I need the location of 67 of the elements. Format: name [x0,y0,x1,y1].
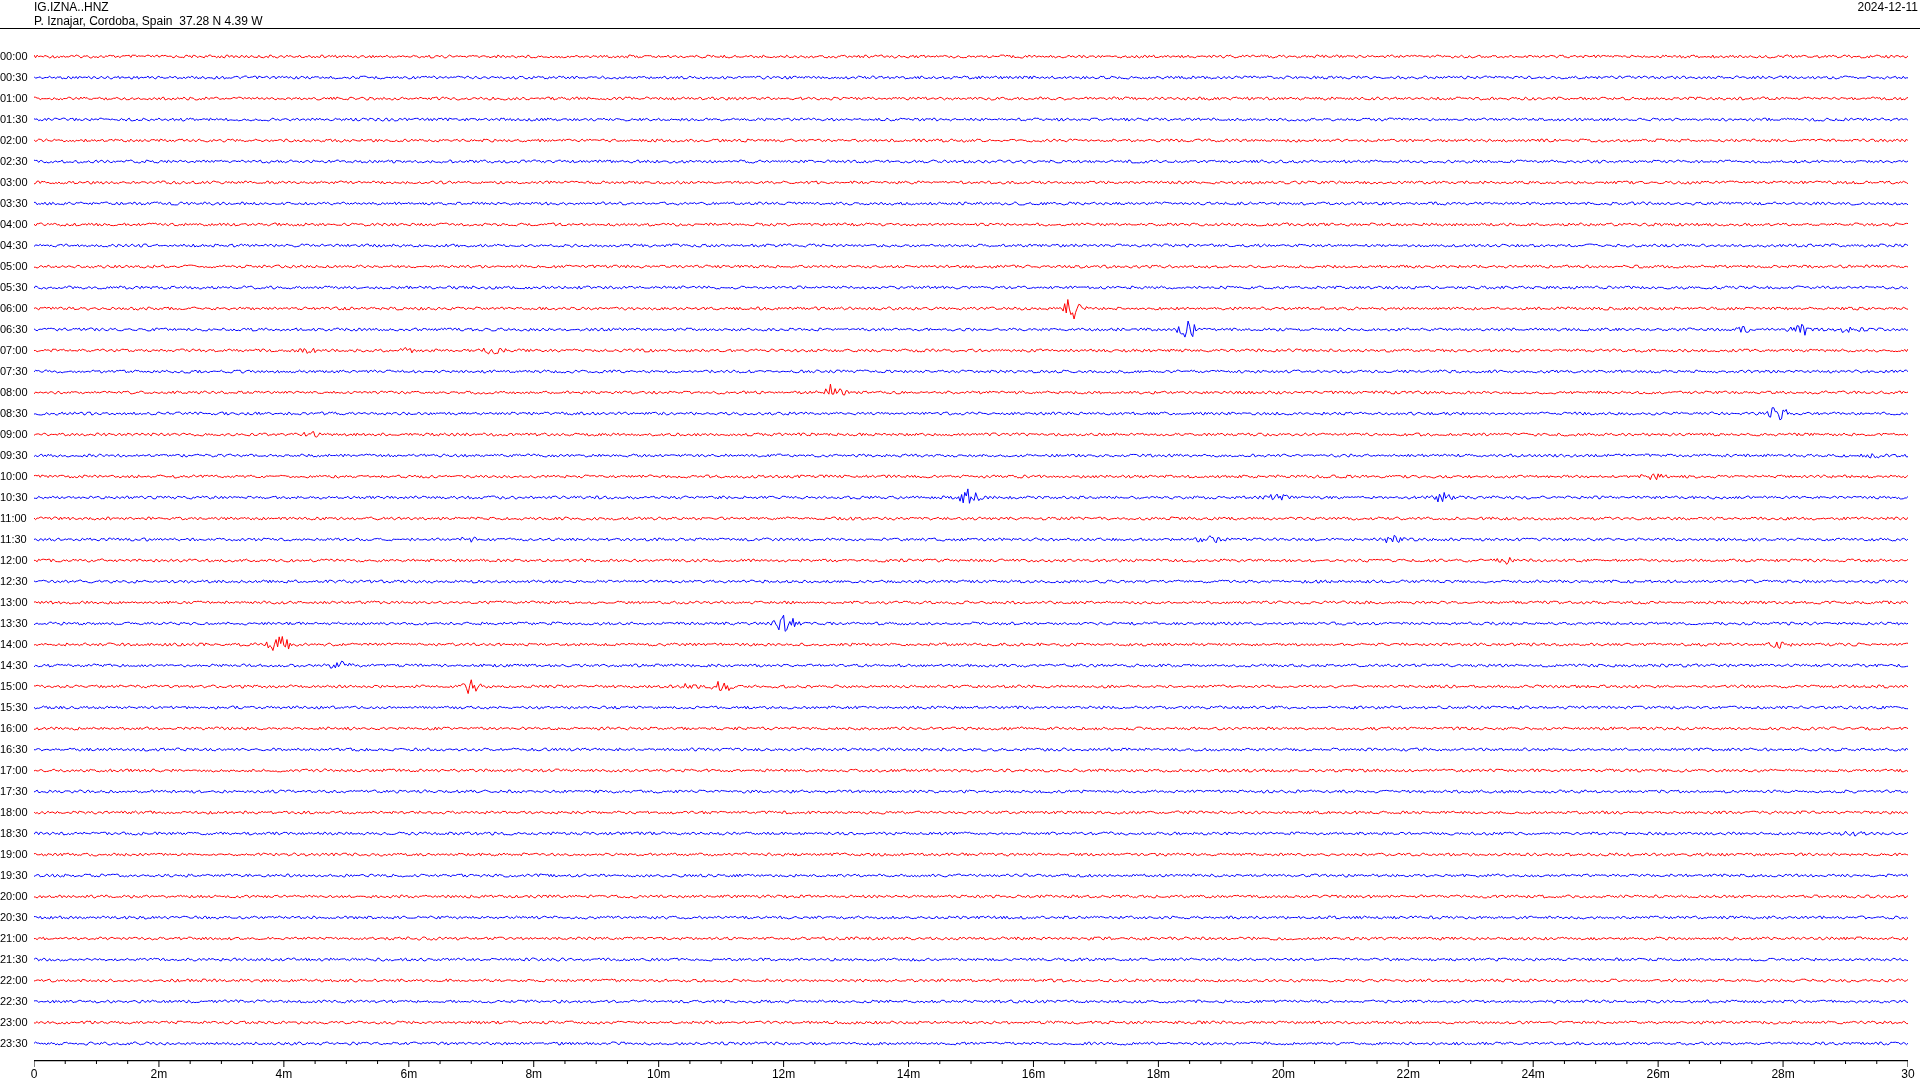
time-label: 13:00 [0,596,29,609]
time-label: 23:00 [0,1016,29,1029]
time-label: 07:30 [0,365,29,378]
time-label: 13:30 [0,617,29,630]
time-label: 01:00 [0,92,29,105]
axis-label: 24m [1521,1067,1545,1080]
time-label: 07:00 [0,344,29,357]
axis-label: 20m [1271,1067,1295,1080]
time-label: 19:00 [0,848,29,861]
station-code: IG.IZNA..HNZ [34,0,110,14]
time-label: 08:00 [0,386,29,399]
time-label: 23:30 [0,1037,29,1050]
axis-label: 6m [400,1067,418,1080]
time-label: 12:00 [0,554,29,567]
time-label: 04:00 [0,218,29,231]
time-label: 08:30 [0,407,29,420]
station-location: P. Iznajar, Cordoba, Spain 37.28 N 4.39 W [34,14,263,28]
axis-label: 10m [647,1067,671,1080]
time-label: 02:00 [0,134,29,147]
time-label: 10:00 [0,470,29,483]
time-label: 09:30 [0,449,29,462]
time-label: 06:30 [0,323,29,336]
time-label: 14:30 [0,659,29,672]
time-label: 17:30 [0,785,29,798]
date-label: 2024-12-11 [1857,0,1918,16]
time-label: 00:00 [0,50,29,63]
time-label: 04:30 [0,239,29,252]
time-label: 01:30 [0,113,29,126]
axis-label: 8m [525,1067,543,1080]
time-label: 22:30 [0,995,29,1008]
time-label: 05:30 [0,281,29,294]
time-label: 20:00 [0,890,29,903]
time-label: 10:30 [0,491,29,504]
time-label: 03:00 [0,176,29,189]
time-label: 11:00 [0,512,28,525]
time-label: 16:00 [0,722,29,735]
time-label: 22:00 [0,974,29,987]
time-label: 21:30 [0,953,29,966]
time-label: 16:30 [0,743,29,756]
time-label: 20:30 [0,911,29,924]
axis-label: 4m [275,1067,293,1080]
time-label: 02:30 [0,155,29,168]
time-label: 18:00 [0,806,29,819]
time-label: 21:00 [0,932,29,945]
axis-label: 18m [1146,1067,1171,1080]
time-label: 03:30 [0,197,29,210]
time-label: 09:00 [0,428,29,441]
axis-label: 16m [1021,1067,1046,1080]
axis-label: 12m [771,1067,796,1080]
time-label: 17:00 [0,764,29,777]
axis-label: 26m [1646,1067,1670,1080]
axis-label: 2m [150,1067,168,1080]
axis-label: 0 [30,1067,38,1080]
time-label: 14:00 [0,638,29,651]
axis-label: 14m [896,1067,921,1080]
time-label: 19:30 [0,869,29,882]
time-label: 05:00 [0,260,29,273]
time-label: 15:30 [0,701,29,714]
axis-label: 30 [1901,1067,1915,1080]
axis-label: 28m [1771,1067,1795,1080]
time-label: 18:30 [0,827,29,840]
time-label: 00:30 [0,71,29,84]
time-label: 11:30 [0,533,28,546]
time-label: 06:00 [0,302,29,315]
time-label: 12:30 [0,575,29,588]
axis-label: 22m [1396,1067,1420,1080]
time-label: 15:00 [0,680,29,693]
